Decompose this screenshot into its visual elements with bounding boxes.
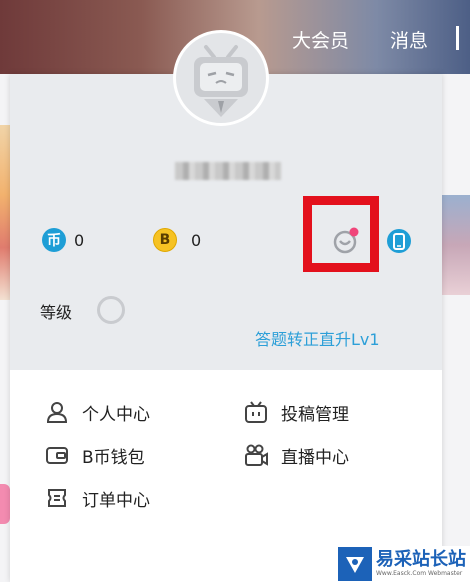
background-right-edge [442, 74, 470, 582]
menu-item-label: B币钱包 [82, 447, 145, 468]
menu-item-label: 订单中心 [82, 490, 150, 511]
nav-overflow[interactable] [456, 26, 470, 50]
nav-messages[interactable]: 消息 [390, 26, 428, 53]
watermark-title: 易采站长站 [376, 549, 466, 570]
background-pink-tab [0, 484, 10, 524]
hard-coin-value: 0 [191, 230, 202, 250]
wallet-icon [44, 442, 70, 468]
b-coin-value: 0 [74, 230, 85, 250]
menu-item-live-center[interactable]: 直播中心 [243, 441, 349, 469]
hard-coin-icon: B [153, 228, 177, 252]
person-icon [44, 399, 70, 425]
menu-item-label: 直播中心 [281, 447, 349, 468]
order-icon [44, 485, 70, 511]
b-coin-icon: 币 [42, 228, 66, 252]
user-dropdown-panel: 币 0 B 0 等级 答题转正直升Lv1 个人中心 投稿管理 B币钱包 直播中心… [10, 30, 442, 582]
b-coin-stat[interactable]: 币 0 [42, 228, 84, 252]
menu-item-personal-center[interactable]: 个人中心 [44, 398, 150, 426]
nav-vip[interactable]: 大会员 [292, 26, 349, 53]
menu-item-label: 个人中心 [82, 404, 150, 425]
level-label: 等级 [40, 303, 73, 322]
avatar[interactable] [173, 30, 269, 126]
phone-icon [387, 229, 411, 253]
menu-item-b-wallet[interactable]: B币钱包 [44, 441, 145, 469]
watermark-logo-icon [338, 547, 372, 581]
hard-coin-stat[interactable]: B 0 [153, 228, 201, 252]
upload-icon [243, 399, 269, 425]
username-blurred [175, 162, 281, 180]
menu-item-orders[interactable]: 订单中心 [44, 484, 150, 512]
level-progress-ring [97, 296, 125, 324]
live-camera-icon [243, 442, 269, 468]
site-watermark: 易采站长站 Www.Easck.Com Webmaster [338, 546, 470, 582]
menu-item-label: 投稿管理 [281, 404, 349, 425]
menu-item-upload-manage[interactable]: 投稿管理 [243, 398, 349, 426]
tv-mascot-icon [194, 45, 248, 117]
highlight-box [303, 196, 379, 272]
upgrade-level-link[interactable]: 答题转正直升Lv1 [255, 326, 380, 350]
mobile-app-button[interactable] [386, 226, 412, 256]
watermark-subtitle: Www.Easck.Com Webmaster [376, 570, 463, 577]
background-right-artwork [442, 195, 470, 295]
